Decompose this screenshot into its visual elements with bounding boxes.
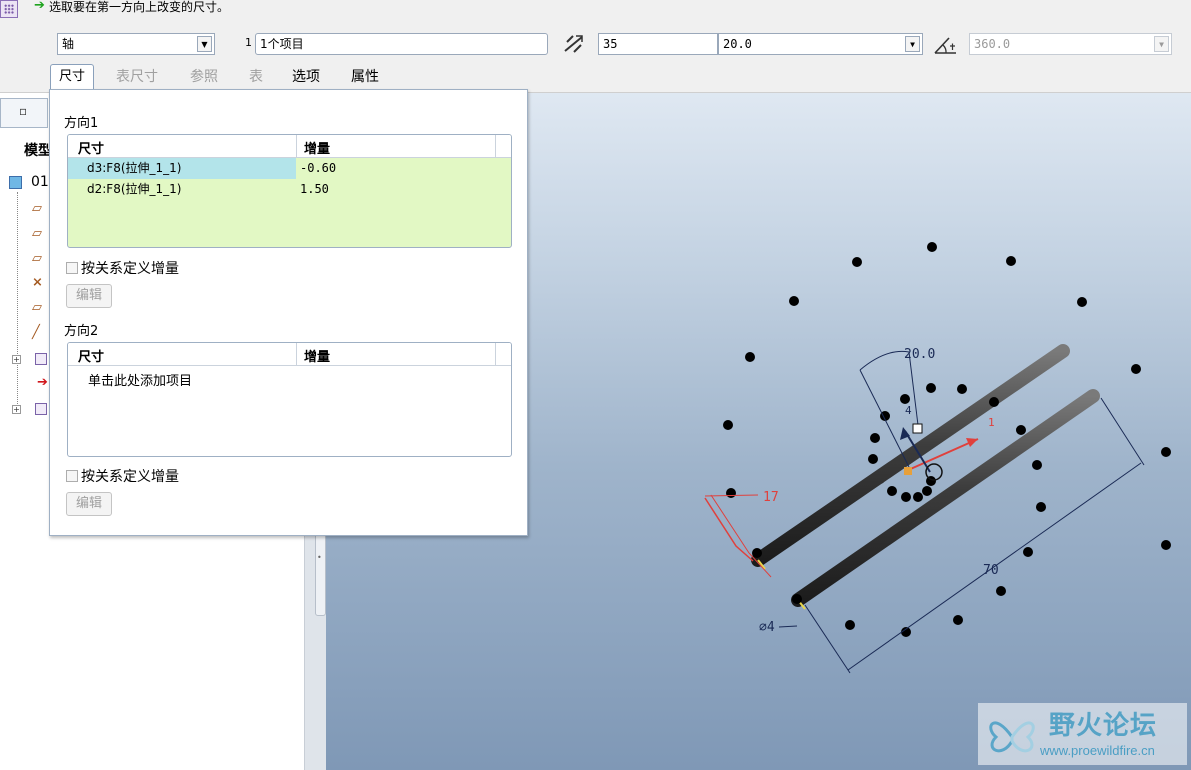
- watermark-url: www.proewildfire.cn: [1040, 743, 1155, 758]
- model-tree-header: 模型: [24, 143, 52, 159]
- pattern-type-select[interactable]: 轴 ▼: [57, 33, 215, 55]
- angle-extent-icon[interactable]: [932, 34, 960, 56]
- diameter-dim-label: ⌀4: [759, 620, 775, 635]
- member-count-value: 35: [603, 37, 618, 51]
- model-tree-root[interactable]: 01: [31, 174, 49, 190]
- feature-group-icon[interactable]: [35, 403, 47, 415]
- direction1-dimension-table[interactable]: 尺寸 增量 d3:F8(拉伸_1_1) -0.60 d2:F8(拉伸_1_1) …: [67, 134, 512, 248]
- checkbox-label: 按关系定义增量: [81, 469, 179, 485]
- header-dimension: 尺寸: [78, 142, 105, 157]
- member-count-input[interactable]: 35: [598, 33, 718, 55]
- datum-plane-icon[interactable]: ▱: [32, 301, 48, 315]
- datum-plane-icon[interactable]: ▱: [32, 227, 48, 241]
- model-tree-tab[interactable]: ▫: [0, 98, 48, 128]
- angle-dim-label: 20.0: [904, 347, 935, 362]
- dim-label-d2: 1: [988, 416, 995, 429]
- forum-watermark: 野火论坛 www.proewildfire.cn: [978, 703, 1187, 765]
- add-item-placeholder[interactable]: 单击此处添加项目: [88, 370, 192, 389]
- chevron-down-icon[interactable]: ▼: [197, 36, 212, 52]
- direction1-title: 方向1: [64, 116, 99, 131]
- pattern-type-value: 轴: [62, 37, 75, 51]
- table-header: 尺寸 增量: [68, 135, 511, 158]
- tab-table[interactable]: 表: [249, 66, 263, 90]
- pattern-leader-rods[interactable]: [751, 344, 1100, 610]
- datum-plane-icon[interactable]: ▱: [32, 252, 48, 266]
- angular-increment-value: 20.0: [723, 37, 752, 51]
- direction2-dimension-table[interactable]: 尺寸 增量 单击此处添加项目: [67, 342, 512, 457]
- table-header: 尺寸 增量: [68, 343, 511, 366]
- tab-references[interactable]: 参照: [190, 66, 218, 90]
- feature-group-icon[interactable]: [35, 353, 47, 365]
- offset-dim-label: 17: [763, 490, 779, 505]
- checkbox[interactable]: [66, 470, 78, 482]
- angle-range-value: 360.0: [974, 37, 1011, 51]
- row-increment[interactable]: 1.50: [296, 179, 496, 200]
- checkbox[interactable]: [66, 262, 78, 274]
- direction2-title: 方向2: [64, 324, 99, 339]
- chevron-down-icon[interactable]: ▼: [1154, 36, 1169, 52]
- table-row[interactable]: d3:F8(拉伸_1_1) -0.60: [68, 158, 511, 179]
- dim-label-d1: 4: [905, 404, 912, 417]
- pattern-count-icon: [564, 35, 583, 53]
- relation-increment-checkbox-2[interactable]: 按关系定义增量: [66, 466, 179, 486]
- expand-icon[interactable]: +: [12, 405, 21, 414]
- pattern-tool-icon: [0, 0, 18, 18]
- length-dim-label: 70: [983, 563, 999, 578]
- insert-here-arrow-icon[interactable]: ➔: [37, 375, 48, 390]
- prompt-message: 选取要在第一方向上改变的尺寸。: [49, 0, 230, 14]
- pattern-preview-dots: [723, 242, 1171, 637]
- edit-button-2[interactable]: 编辑: [66, 492, 112, 516]
- header-dimension: 尺寸: [78, 350, 105, 365]
- angular-increment-select[interactable]: 20.0 ▼: [718, 33, 923, 55]
- header-increment: 增量: [304, 142, 331, 157]
- datum-csys-icon[interactable]: ⨯: [32, 276, 48, 290]
- dimensions-panel: 方向1 尺寸 增量 d3:F8(拉伸_1_1) -0.60 d2:F8(拉伸_1…: [49, 89, 528, 536]
- row-dimension[interactable]: d2:F8(拉伸_1_1): [68, 179, 296, 200]
- angle-range-select[interactable]: 360.0 ▼: [969, 33, 1172, 55]
- pane-collapse-handle[interactable]: [315, 530, 326, 616]
- tree-connector: [17, 192, 18, 410]
- green-arrow-icon: ➔: [34, 0, 45, 13]
- relation-increment-checkbox-1[interactable]: 按关系定义增量: [66, 258, 179, 278]
- row-increment[interactable]: -0.60: [296, 158, 496, 179]
- model-tree-icon: ▫: [19, 104, 28, 118]
- tab-table-dimensions[interactable]: 表尺寸: [116, 66, 158, 90]
- watermark-title: 野火论坛: [1049, 711, 1158, 741]
- dashboard-toolbar: ➔ 选取要在第一方向上改变的尺寸。 轴 ▼ 1 1个项目 35 20.0 ▼ 3…: [0, 0, 1191, 93]
- part-icon: [9, 176, 22, 189]
- tab-dimensions[interactable]: 尺寸: [50, 64, 94, 90]
- butterfly-logo-icon: [989, 721, 1035, 753]
- tab-properties[interactable]: 属性: [351, 66, 379, 90]
- tab-options[interactable]: 选项: [292, 66, 320, 90]
- edit-button-1[interactable]: 编辑: [66, 284, 112, 308]
- chevron-down-icon[interactable]: ▼: [905, 36, 920, 52]
- row-dimension[interactable]: d3:F8(拉伸_1_1): [68, 158, 296, 179]
- axis-reference-collector[interactable]: 1个项目: [255, 33, 548, 55]
- table-row[interactable]: d2:F8(拉伸_1_1) 1.50: [68, 179, 511, 200]
- datum-axis-icon[interactable]: ╱: [32, 326, 48, 340]
- reference-index: 1: [245, 36, 252, 49]
- expand-icon[interactable]: +: [12, 355, 21, 364]
- axis-reference-value: 1个项目: [260, 37, 304, 51]
- checkbox-label: 按关系定义增量: [81, 261, 179, 277]
- datum-plane-icon[interactable]: ▱: [32, 202, 48, 216]
- header-increment: 增量: [304, 350, 331, 365]
